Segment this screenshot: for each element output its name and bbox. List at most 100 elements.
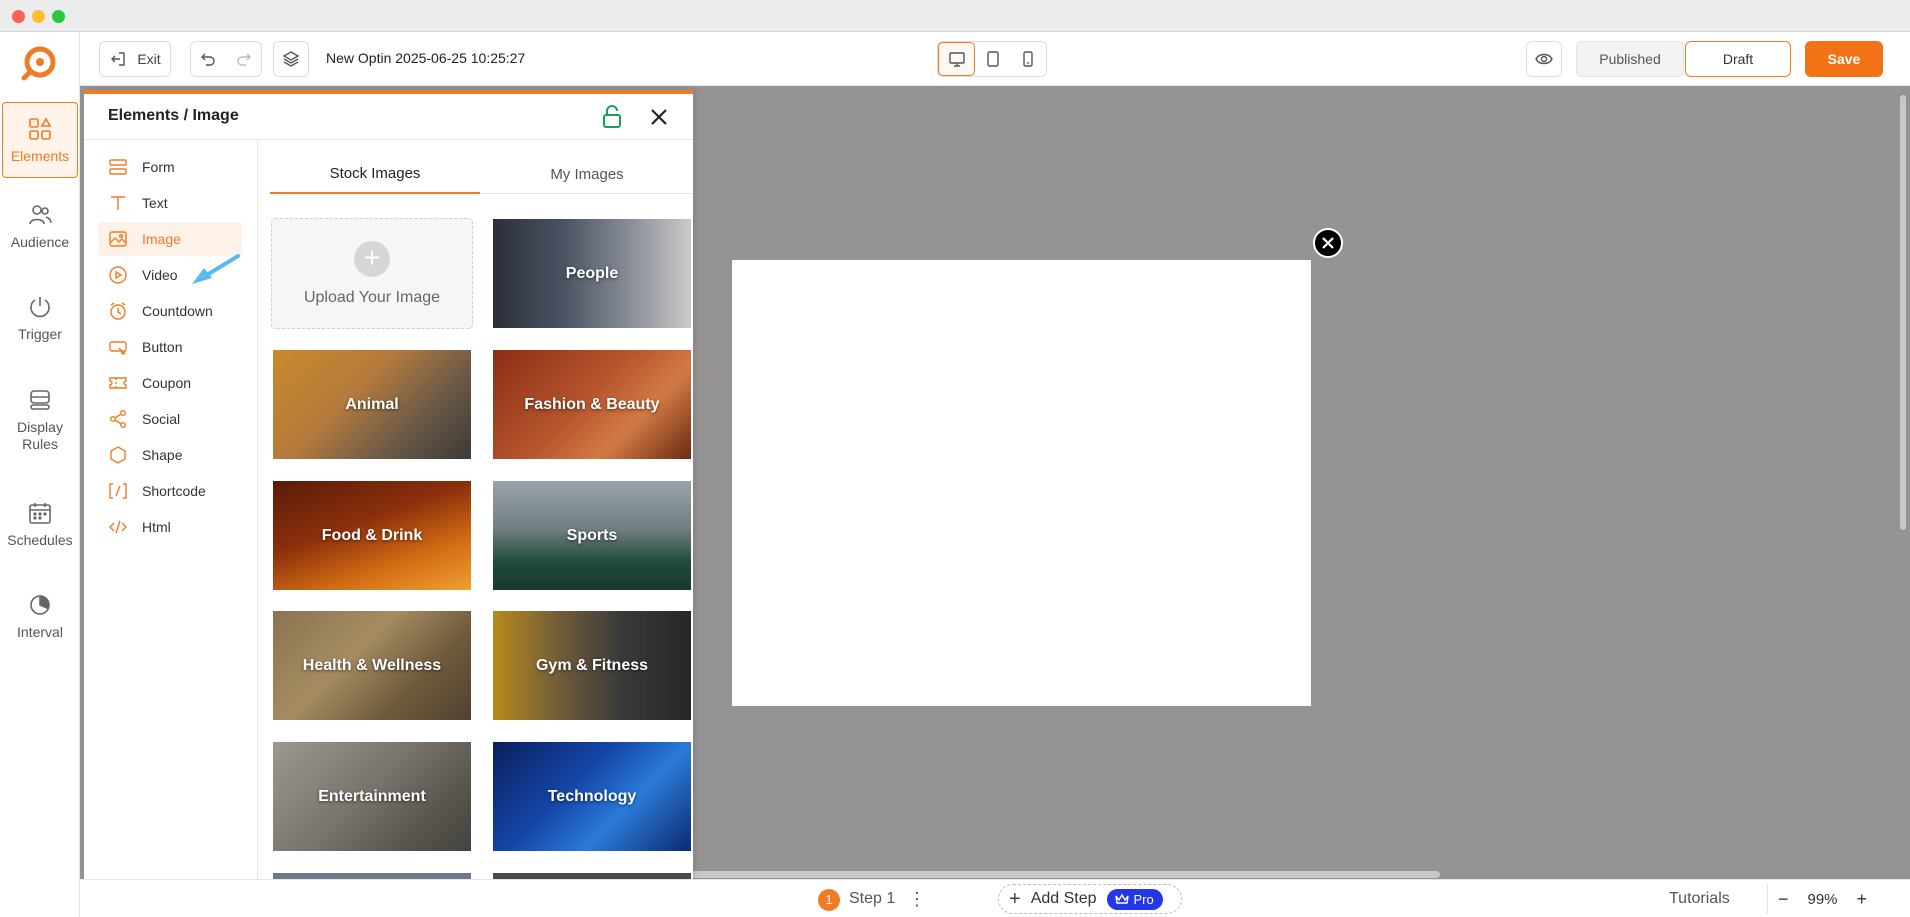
add-step-button[interactable]: + Add Step Pro	[998, 884, 1182, 914]
element-item-label: Html	[142, 519, 171, 535]
category-tile-people[interactable]: People	[493, 219, 691, 328]
window-close-button[interactable]	[12, 10, 25, 23]
category-tile-technology[interactable]: Technology	[493, 742, 691, 851]
bottom-bar: 1 Step 1 ⋮ + Add Step Pro Tutorials − 99…	[80, 879, 1910, 917]
layers-button[interactable]	[273, 41, 309, 77]
upload-image-button[interactable]: + Upload Your Image	[271, 218, 473, 329]
category-label: Health & Wellness	[302, 656, 442, 674]
close-panel-icon[interactable]	[646, 104, 672, 130]
plus-icon: +	[1009, 887, 1021, 910]
save-button[interactable]: Save	[1805, 41, 1883, 77]
category-tile-animal[interactable]: Animal	[273, 350, 471, 459]
form-icon	[109, 159, 127, 175]
zoom-out-button[interactable]: −	[1778, 889, 1789, 910]
rail-item-elements[interactable]: Elements	[2, 102, 78, 178]
redo-icon[interactable]	[235, 50, 253, 68]
vertical-scrollbar[interactable]	[1900, 95, 1906, 530]
category-tile-entertainment[interactable]: Entertainment	[273, 742, 471, 851]
element-type-list: Form Text Image Video Countdown Button C…	[84, 140, 258, 879]
category-label: Gym & Fitness	[535, 656, 649, 674]
category-label: Sports	[566, 526, 618, 544]
horizontal-scrollbar[interactable]	[690, 871, 1440, 878]
draft-button[interactable]: Draft	[1685, 41, 1791, 77]
element-item-countdown[interactable]: Countdown	[98, 294, 242, 328]
rail-item-display-rules[interactable]: Display Rules	[2, 378, 78, 462]
audience-icon	[29, 204, 52, 224]
category-label: Technology	[547, 787, 637, 805]
image-icon	[109, 231, 127, 247]
element-item-form[interactable]: Form	[98, 150, 242, 184]
tutorials-link[interactable]: Tutorials	[1669, 890, 1730, 908]
element-item-label: Form	[142, 159, 175, 175]
text-icon	[111, 196, 125, 210]
element-item-label: Social	[142, 411, 181, 427]
desktop-icon	[948, 52, 965, 67]
mobile-view-button[interactable]	[1011, 42, 1046, 76]
element-item-label: Countdown	[142, 303, 213, 319]
window-minimize-button[interactable]	[32, 10, 45, 23]
step-number-badge: 1	[818, 889, 840, 911]
preview-button[interactable]	[1526, 41, 1562, 77]
rail-item-label: Schedules	[7, 531, 73, 548]
category-tile-food-drink[interactable]: Food & Drink	[273, 481, 471, 590]
rail-item-schedules[interactable]: Schedules	[2, 492, 78, 556]
elements-icon	[29, 116, 52, 140]
tab-my-images[interactable]: My Images	[482, 154, 692, 194]
calendar-icon	[29, 502, 51, 524]
element-item-button[interactable]: Button	[98, 330, 242, 364]
rail-item-label: Audience	[10, 233, 70, 250]
pointer-arrow-icon	[192, 254, 240, 284]
tab-stock-images[interactable]: Stock Images	[270, 154, 480, 194]
shortcode-icon	[109, 483, 127, 499]
share-icon	[110, 410, 126, 428]
category-label: Fashion & Beauty	[524, 395, 660, 413]
crown-icon	[1114, 893, 1129, 904]
step-menu-icon[interactable]: ⋮	[908, 889, 926, 909]
element-item-shortcode[interactable]: Shortcode	[98, 474, 242, 508]
category-label: Entertainment	[318, 787, 426, 805]
zoom-value: 99%	[1807, 890, 1838, 908]
app-logo-icon[interactable]	[20, 42, 60, 82]
element-item-label: Shortcode	[142, 483, 206, 499]
top-toolbar: Exit New Optin 2025-06-25 10:25:27 Publi…	[80, 32, 1910, 86]
rail-item-interval[interactable]: Interval	[2, 584, 78, 648]
zoom-in-button[interactable]: +	[1856, 889, 1867, 910]
undo-icon[interactable]	[199, 50, 217, 68]
undo-redo-group	[190, 41, 262, 77]
image-source-tabs: Stock Images My Images	[270, 154, 693, 194]
element-item-label: Shape	[142, 447, 183, 463]
popup-preview[interactable]	[732, 260, 1311, 706]
mobile-icon	[1023, 51, 1034, 67]
rail-item-trigger[interactable]: Trigger	[2, 286, 78, 350]
category-tile-fashion-beauty[interactable]: Fashion & Beauty	[493, 350, 691, 459]
rail-item-label: Elements	[10, 147, 70, 164]
category-label: People	[565, 264, 619, 282]
device-switcher	[937, 41, 1047, 77]
exit-label: Exit	[137, 51, 161, 67]
element-item-label: Button	[142, 339, 183, 355]
zoom-control: − 99% +	[1767, 884, 1877, 914]
element-item-shape[interactable]: Shape	[98, 438, 242, 472]
coupon-icon	[109, 377, 127, 389]
element-item-social[interactable]: Social	[98, 402, 242, 436]
category-tile-health-wellness[interactable]: Health & Wellness	[273, 611, 471, 720]
element-item-html[interactable]: Html	[98, 510, 242, 544]
plus-icon: +	[354, 240, 390, 277]
popup-close-button[interactable]	[1313, 228, 1343, 258]
button-icon	[109, 341, 127, 355]
element-item-coupon[interactable]: Coupon	[98, 366, 242, 400]
tablet-view-button[interactable]	[975, 42, 1010, 76]
category-tile-gym-fitness[interactable]: Gym & Fitness	[493, 611, 691, 720]
rail-item-audience[interactable]: Audience	[2, 194, 78, 258]
rail-item-label: Interval	[17, 623, 63, 640]
lock-icon[interactable]	[599, 104, 625, 130]
step-tab[interactable]: Step 1	[849, 890, 895, 908]
exit-button[interactable]: Exit	[99, 41, 171, 77]
window-zoom-button[interactable]	[52, 10, 65, 23]
desktop-view-button[interactable]	[938, 42, 976, 76]
category-tile-sports[interactable]: Sports	[493, 481, 691, 590]
left-rail: Elements Audience Trigger Display Rules …	[0, 32, 80, 917]
published-button[interactable]: Published	[1576, 41, 1684, 77]
element-item-text[interactable]: Text	[98, 186, 242, 220]
eye-icon	[1535, 53, 1553, 65]
